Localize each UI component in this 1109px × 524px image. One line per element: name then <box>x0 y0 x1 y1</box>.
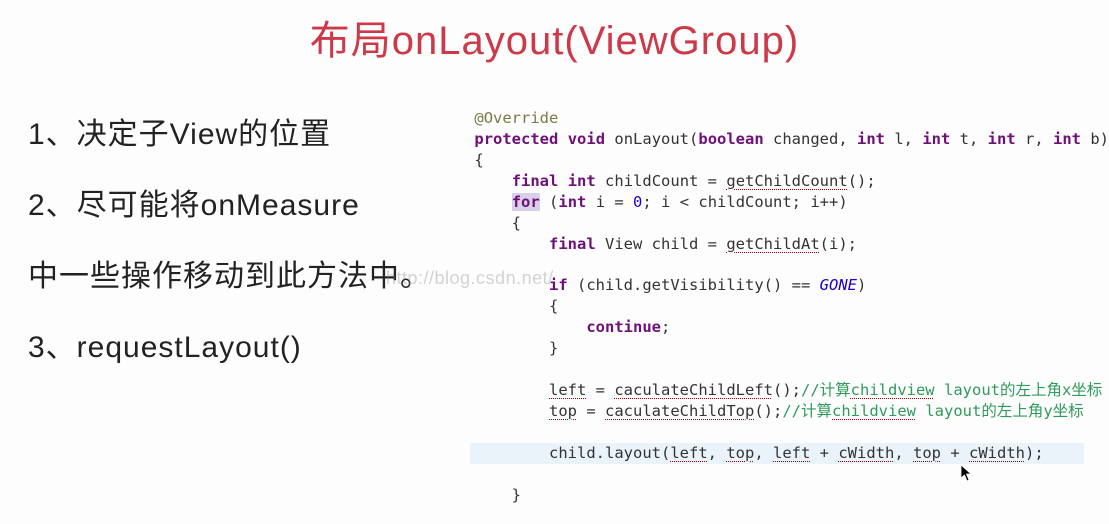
txt: ) <box>857 276 866 294</box>
slide: 布局onLayout(ViewGroup) 1、决定子View的位置 2、尽可能… <box>0 0 1109 524</box>
comment-top: //计算childview layout的左上角y坐标 <box>782 402 1083 420</box>
arg-cwidth2: cWidth <box>969 444 1025 462</box>
kw-boolean: boolean <box>698 130 763 148</box>
arg-top: top <box>726 444 754 462</box>
bullet-2a: 2、尽可能将onMeasure <box>28 177 474 234</box>
param: b) <box>1081 130 1109 148</box>
param: l, <box>885 130 922 148</box>
call-getChildCount: getChildCount <box>726 172 847 190</box>
highlighted-line: child.layout(left, top, left + cWidth, t… <box>470 443 1084 464</box>
kw-final: final <box>512 172 559 190</box>
kw-int: int <box>922 130 950 148</box>
kw-protected: protected <box>474 130 558 148</box>
txt: = <box>577 402 605 420</box>
brace: { <box>474 214 521 232</box>
call-calcLeft: caculateChildLeft <box>614 381 773 399</box>
code-block: @Override protected void onLayout(boolea… <box>474 108 1109 506</box>
bullet-list: 1、决定子View的位置 2、尽可能将onMeasure 中一些操作移动到此方法… <box>0 76 474 506</box>
txt: View child = <box>596 235 727 253</box>
method-name: onLayout( <box>605 130 698 148</box>
kw-for: for <box>512 193 540 211</box>
arg-left2: left <box>773 444 810 462</box>
content-row: 1、决定子View的位置 2、尽可能将onMeasure 中一些操作移动到此方法… <box>0 76 1109 506</box>
arg-top2: top <box>913 444 941 462</box>
txt: (); <box>848 172 876 190</box>
txt: (); <box>754 402 782 420</box>
code-column: @Override protected void onLayout(boolea… <box>474 76 1109 506</box>
param: r, <box>1016 130 1053 148</box>
kw-void: void <box>568 130 605 148</box>
txt: ; <box>661 318 670 336</box>
kw-int: int <box>558 193 586 211</box>
brace: } <box>474 339 558 357</box>
call-calcTop: caculateChildTop <box>605 402 754 420</box>
arg-left: left <box>670 444 707 462</box>
var-left: left <box>549 381 586 399</box>
txt: child.layout( <box>474 444 670 462</box>
brace: } <box>474 486 521 504</box>
bullet-1: 1、决定子View的位置 <box>28 106 474 163</box>
txt: (); <box>773 381 801 399</box>
txt: childCount = <box>596 172 727 190</box>
call-getChildAt: getChildAt <box>726 235 819 253</box>
txt: (child.getVisibility() == <box>568 276 820 294</box>
param: t, <box>950 130 987 148</box>
const-gone: GONE <box>820 276 857 294</box>
kw-int: int <box>568 172 596 190</box>
txt: i = <box>586 193 633 211</box>
var-top: top <box>549 402 577 420</box>
comment-left: //计算childview layout的左上角x坐标 <box>801 381 1102 399</box>
txt: ( <box>540 193 559 211</box>
kw-int: int <box>1053 130 1081 148</box>
code-annotation: @Override <box>474 109 558 127</box>
kw-int: int <box>988 130 1016 148</box>
bullet-3: 3、requestLayout() <box>28 319 474 376</box>
kw-continue: continue <box>586 318 661 336</box>
txt: ; i < childCount; i++) <box>642 193 847 211</box>
txt: = <box>586 381 614 399</box>
kw-int: int <box>857 130 885 148</box>
slide-title: 布局onLayout(ViewGroup) <box>0 0 1109 76</box>
brace: { <box>474 297 558 315</box>
brace: { <box>474 151 483 169</box>
kw-if: if <box>474 276 567 294</box>
txt: (i); <box>820 235 857 253</box>
bullet-2b: 中一些操作移动到此方法中。 <box>28 248 474 305</box>
arg-cwidth: cWidth <box>838 444 894 462</box>
param: changed, <box>764 130 857 148</box>
num-zero: 0 <box>633 193 642 211</box>
kw-final: final <box>549 235 596 253</box>
